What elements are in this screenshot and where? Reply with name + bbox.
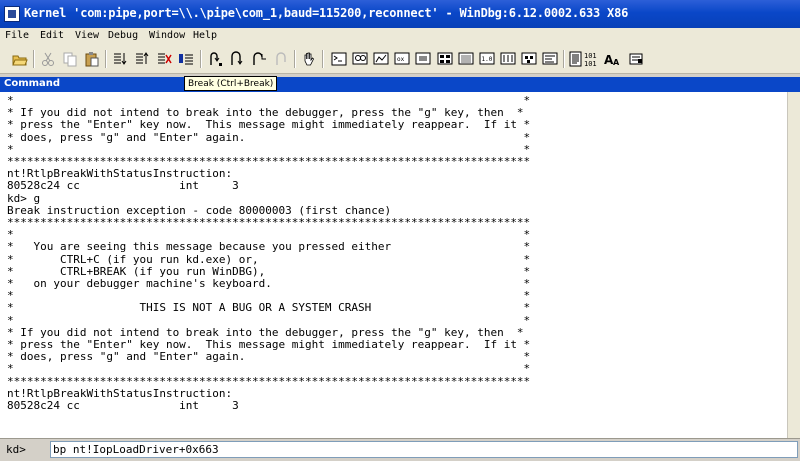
output-line: 80528c24 cc int 3 bbox=[7, 399, 239, 413]
svg-text:A: A bbox=[613, 58, 620, 67]
font-icon[interactable]: AA bbox=[604, 51, 620, 67]
call-stack-icon[interactable] bbox=[437, 51, 453, 67]
step-over-icon[interactable] bbox=[229, 51, 245, 67]
svg-text:ox: ox bbox=[397, 56, 405, 63]
toolbar: ox 1.0 101 101 AA bbox=[0, 45, 800, 115]
svg-text:101: 101 bbox=[584, 60, 597, 67]
menu-bar: File Edit View Debug Window Help bbox=[0, 28, 800, 45]
toolbar-separator bbox=[563, 50, 565, 68]
command-output-text: * * * If you did not intend to break into… bbox=[7, 94, 531, 413]
toolbar-separator bbox=[322, 50, 324, 68]
memory-window-icon[interactable] bbox=[415, 51, 431, 67]
run-to-cursor-icon[interactable] bbox=[273, 51, 289, 67]
output-line: * * bbox=[7, 362, 531, 376]
locals-window-icon[interactable] bbox=[373, 51, 389, 67]
go-icon[interactable] bbox=[112, 51, 128, 67]
source-mode-icon[interactable] bbox=[568, 51, 584, 67]
output-vertical-scrollbar[interactable] bbox=[787, 92, 800, 438]
disassembly-window-icon[interactable] bbox=[458, 51, 474, 67]
cut-icon[interactable] bbox=[40, 51, 56, 67]
step-out-icon[interactable] bbox=[251, 51, 267, 67]
title-bar: Kernel 'com:pipe,port=\\.\pipe\com_1,bau… bbox=[0, 0, 800, 28]
options-icon[interactable] bbox=[628, 51, 644, 67]
toolbar-separator bbox=[294, 50, 296, 68]
windbg-app-icon[interactable] bbox=[4, 6, 20, 22]
command-window-header[interactable]: Command bbox=[0, 77, 800, 92]
stop-debugging-icon[interactable] bbox=[156, 51, 172, 67]
menu-debug[interactable]: Debug bbox=[108, 30, 138, 41]
output-line: kd> g bbox=[7, 191, 41, 205]
step-into-icon[interactable] bbox=[207, 51, 223, 67]
output-line: * You are seeing this message because yo… bbox=[7, 240, 531, 254]
toolbar-separator bbox=[200, 50, 202, 68]
hand-icon[interactable] bbox=[301, 51, 317, 67]
break-tooltip: Break (Ctrl+Break) bbox=[184, 76, 278, 91]
menu-view[interactable]: View bbox=[75, 30, 99, 41]
kd-prompt: kd> bbox=[6, 443, 26, 456]
scratch-pad-icon[interactable]: 1.0 bbox=[479, 51, 495, 67]
menu-help[interactable]: Help bbox=[193, 30, 217, 41]
svg-text:1.0: 1.0 bbox=[482, 56, 493, 63]
window-title: Kernel 'com:pipe,port=\\.\pipe\com_1,bau… bbox=[24, 6, 629, 20]
menu-window[interactable]: Window bbox=[149, 30, 185, 41]
command-window-icon[interactable] bbox=[331, 51, 347, 67]
toolbar-separator bbox=[105, 50, 107, 68]
output-line: * CTRL+C (if you run kd.exe) or, * bbox=[7, 252, 531, 266]
menu-file[interactable]: File bbox=[5, 30, 29, 41]
command-input-bar: kd> bbox=[0, 438, 800, 461]
menu-edit[interactable]: Edit bbox=[40, 30, 64, 41]
output-line: * press the "Enter" key now. This messag… bbox=[7, 118, 531, 132]
registers-window-icon[interactable]: ox bbox=[394, 51, 410, 67]
paste-icon[interactable] bbox=[84, 51, 100, 67]
toolbar-separator bbox=[33, 50, 35, 68]
output-line: * THIS IS NOT A BUG OR A SYSTEM CRASH * bbox=[7, 301, 531, 315]
svg-text:101: 101 bbox=[584, 52, 597, 60]
restart-icon[interactable] bbox=[134, 51, 150, 67]
command-window-title: Command bbox=[4, 78, 61, 89]
processes-threads-icon[interactable] bbox=[500, 51, 516, 67]
output-line: * does, press "g" and "Enter" again. * bbox=[7, 130, 531, 144]
watch-window-icon[interactable] bbox=[352, 51, 368, 67]
copy-icon[interactable] bbox=[62, 51, 78, 67]
scratch-window-icon[interactable] bbox=[542, 51, 558, 67]
break-icon[interactable] bbox=[178, 51, 194, 67]
open-icon[interactable] bbox=[12, 51, 28, 67]
command-input[interactable] bbox=[50, 441, 798, 458]
hex-mode-icon[interactable]: 101 101 bbox=[584, 51, 600, 67]
modules-icon[interactable] bbox=[521, 51, 537, 67]
command-output-pane[interactable]: * * * If you did not intend to break into… bbox=[0, 92, 800, 438]
output-line: 80528c24 cc int 3 bbox=[7, 179, 239, 193]
